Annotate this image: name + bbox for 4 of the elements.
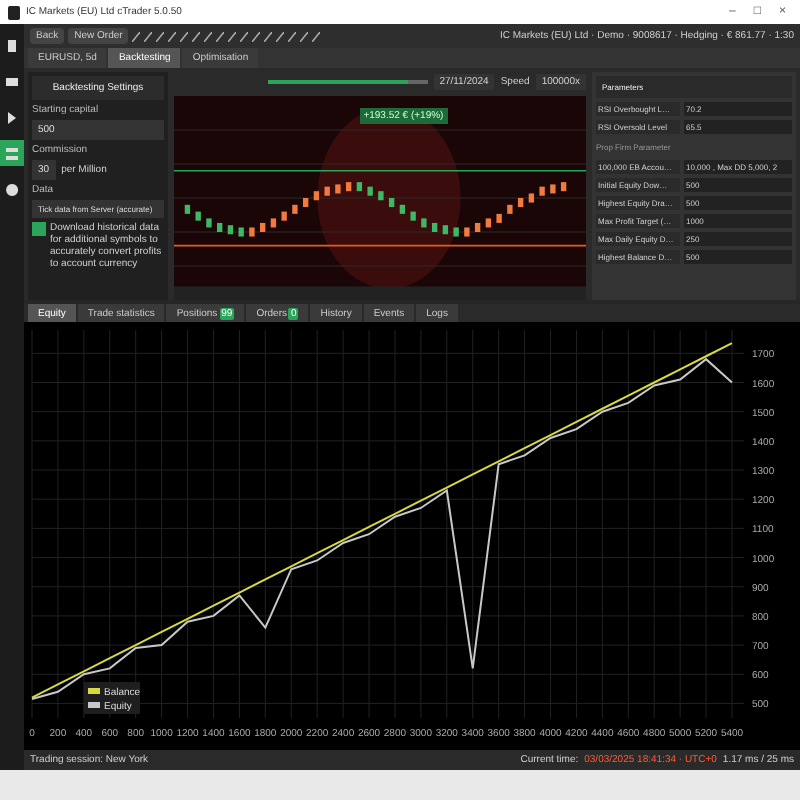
checkbox[interactable]: [32, 222, 46, 236]
app-logo-icon: [8, 5, 20, 19]
list-icon: [2, 143, 22, 163]
document-icon: [2, 35, 22, 55]
